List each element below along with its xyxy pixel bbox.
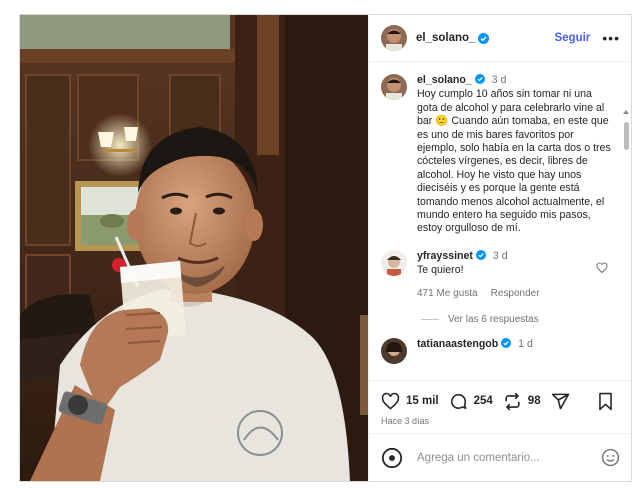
author-username[interactable]: el_solano_ (416, 32, 475, 44)
comment-count[interactable]: 254 (474, 395, 493, 407)
comments-scroll-area[interactable]: el_solano_ 3 d Hoy cumplo 10 años sin to… (369, 62, 631, 380)
reply-button[interactable]: Responder (491, 287, 540, 300)
repost-count[interactable]: 98 (528, 395, 541, 407)
caption-avatar[interactable] (381, 74, 407, 100)
comment-username[interactable]: tatianaastengob (417, 338, 498, 350)
scrollbar-thumb[interactable] (624, 122, 629, 150)
scroll-up-arrow-icon[interactable] (623, 110, 629, 114)
comment-action[interactable]: 254 (449, 392, 493, 411)
like-action[interactable]: 15 mil (381, 392, 439, 411)
post-actions: 15 mil 254 98 Hace 3 días (369, 380, 631, 428)
share-icon[interactable] (551, 392, 570, 411)
bookmark-icon[interactable] (597, 392, 614, 411)
emoji-icon[interactable] (381, 447, 403, 469)
like-count[interactable]: 15 mil (406, 395, 439, 407)
verified-badge-icon (501, 338, 512, 349)
comment-likes[interactable]: 471 Me gusta (417, 287, 478, 300)
replies-divider (421, 319, 439, 321)
comment-username[interactable]: yfrayssinet (417, 250, 473, 262)
comment-input[interactable] (415, 450, 601, 465)
post-side-panel: el_solano_ Seguir ••• el_solano_ 3 d Hoy… (368, 15, 631, 481)
comment-item: tatianaastengob 1 d (369, 325, 631, 365)
commenter-avatar[interactable] (381, 249, 407, 276)
verified-badge-icon (475, 249, 486, 260)
repost-icon[interactable] (503, 392, 522, 411)
caption: el_solano_ 3 d Hoy cumplo 10 años sin to… (369, 62, 631, 236)
post-time-ago[interactable]: Hace 3 días (369, 416, 631, 426)
comment-time[interactable]: 3 d (493, 250, 508, 262)
post-card: el_solano_ Seguir ••• el_solano_ 3 d Hoy… (19, 14, 632, 482)
comment-text: Te quiero! (417, 264, 464, 277)
share-action[interactable] (551, 392, 576, 411)
follow-button[interactable]: Seguir (554, 32, 590, 44)
commenter-avatar[interactable] (381, 338, 407, 365)
more-icon[interactable]: ••• (602, 30, 620, 46)
caption-time[interactable]: 3 d (492, 74, 507, 86)
save-action[interactable] (597, 392, 620, 411)
author-avatar[interactable] (381, 25, 407, 51)
heart-icon[interactable] (381, 392, 400, 411)
view-replies-button[interactable]: Ver las 6 respuestas (421, 314, 631, 326)
post-photo[interactable] (20, 15, 368, 481)
post-header: el_solano_ Seguir ••• (369, 15, 631, 62)
verified-badge-icon (478, 32, 490, 44)
view-replies-label: Ver las 6 respuestas (448, 314, 539, 326)
comment-time[interactable]: 1 d (518, 338, 533, 350)
comment-icon[interactable] (449, 392, 468, 411)
comment-composer (369, 433, 631, 481)
verified-badge-icon (474, 74, 485, 84)
emoji-picker-icon[interactable] (601, 448, 620, 467)
caption-username[interactable]: el_solano_ (417, 74, 472, 86)
repost-action[interactable]: 98 (503, 392, 541, 411)
caption-text: Hoy cumplo 10 años sin tomar ni una gota… (417, 88, 611, 235)
comment-heart-icon[interactable] (596, 262, 608, 274)
comment-item: yfrayssinet 3 d Te quiero! 471 Me gusta … (369, 236, 631, 300)
